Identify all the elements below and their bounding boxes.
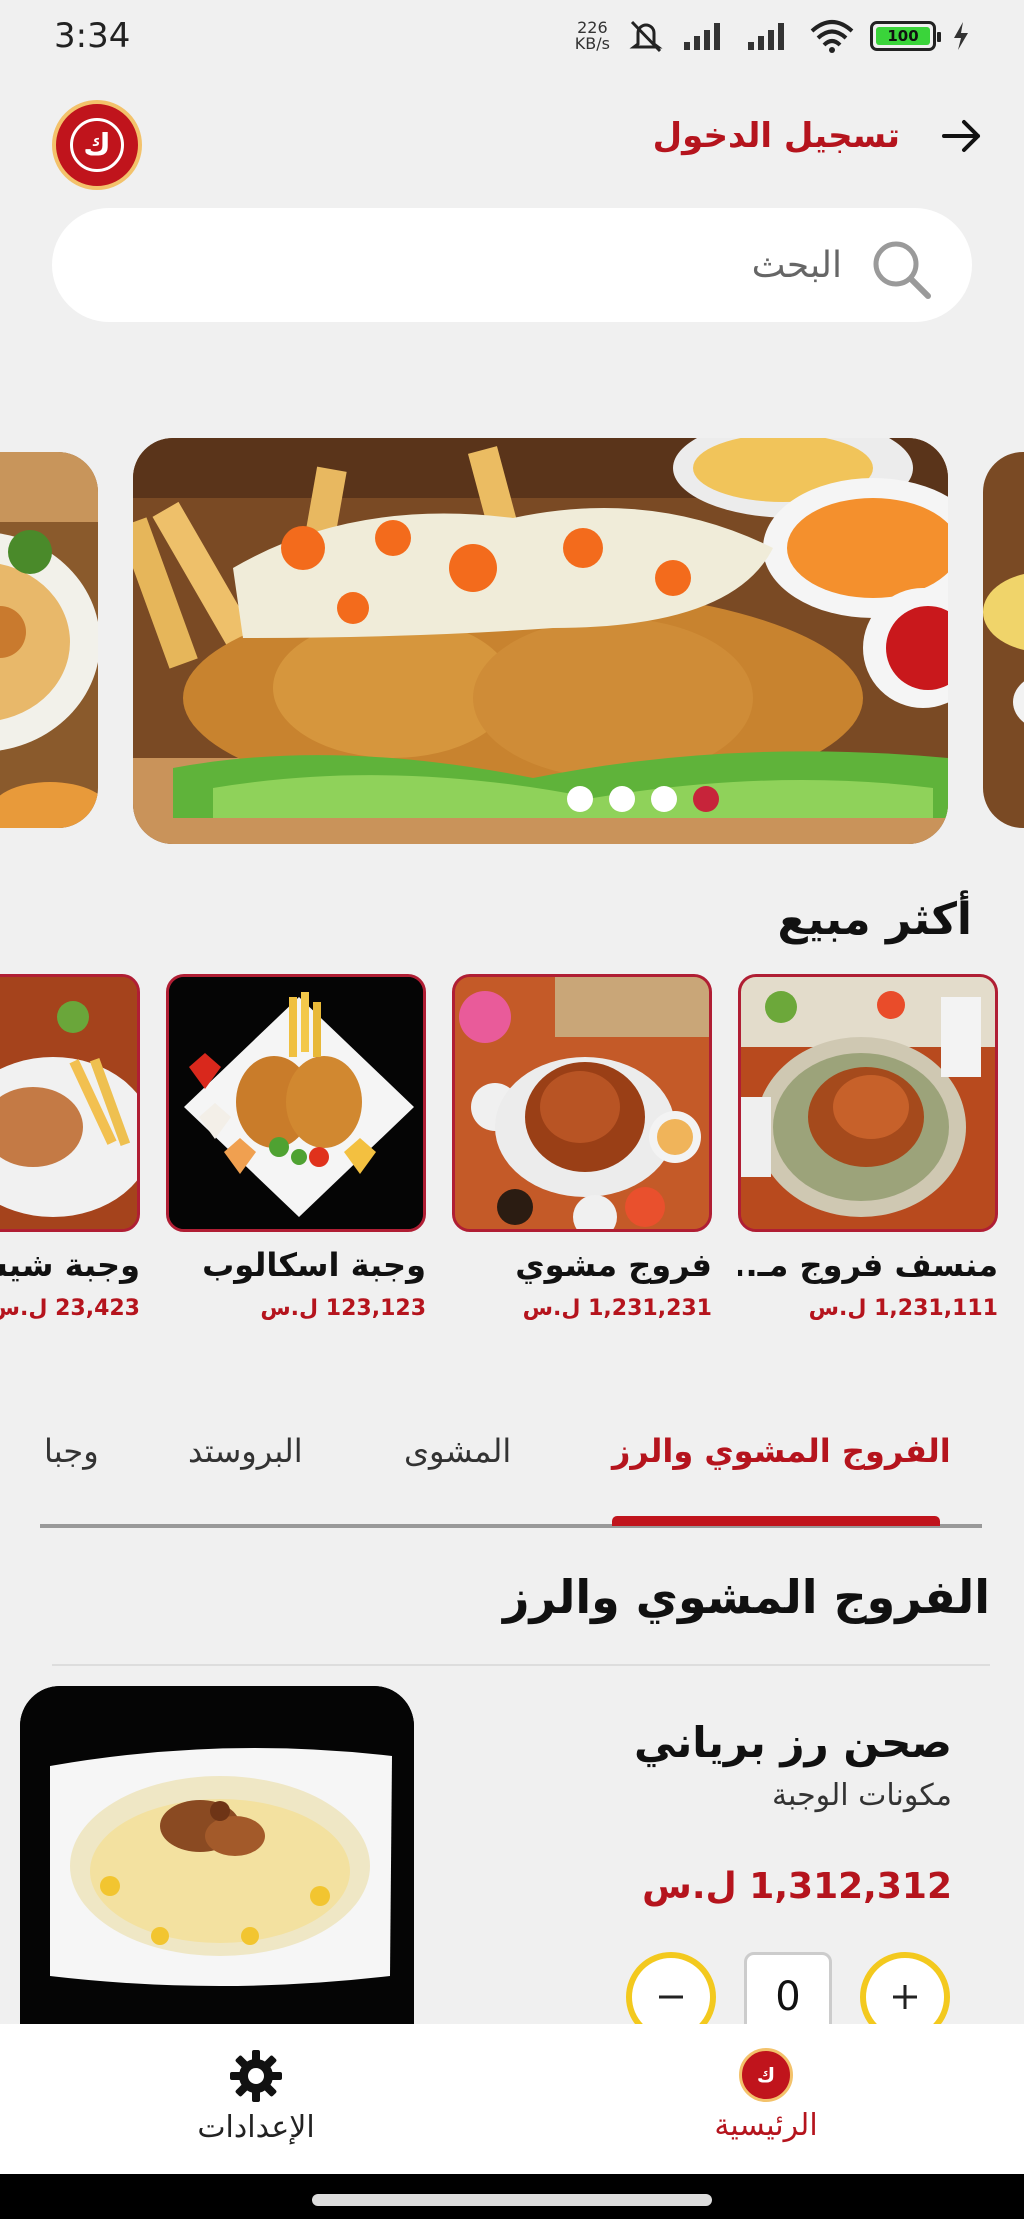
wifi-icon: [810, 20, 854, 53]
tab-grilled-chicken-rice[interactable]: الفروج المشوي والرز: [612, 1432, 951, 1470]
signal-icon-2: [748, 23, 784, 50]
login-link[interactable]: تسجيل الدخول: [653, 112, 986, 160]
tab-meals[interactable]: وجبا: [44, 1432, 99, 1470]
category-divider: [52, 1664, 990, 1666]
carousel-slide-next[interactable]: [983, 452, 1024, 828]
battery-icon: 100: [870, 21, 941, 51]
minus-icon: [659, 1995, 683, 1999]
search-icon[interactable]: [868, 236, 934, 302]
carousel-dot[interactable]: [567, 786, 593, 812]
product-image: [738, 974, 998, 1232]
product-price: 1,231,231 ل.س: [522, 1296, 712, 1321]
carousel-slide-prev[interactable]: [0, 452, 98, 828]
product-image: [452, 974, 712, 1232]
signal-icon: [684, 23, 720, 50]
carousel-dots: [567, 786, 719, 812]
charging-icon: [954, 22, 968, 50]
menu-item-description: مكونات الوجبة: [771, 1778, 952, 1813]
carousel-dot[interactable]: [609, 786, 635, 812]
network-speed-unit: KB/s: [574, 34, 610, 53]
product-price: 23,423 ل.س: [0, 1296, 140, 1321]
product-card[interactable]: وجبة اسكالوب 123,123 ل.س: [166, 974, 426, 1321]
menu-item-name: صحن رز برياني: [634, 1718, 952, 1767]
brand-logo: ك: [52, 100, 142, 190]
battery-level: 100: [876, 27, 930, 45]
nav-home[interactable]: ك الرئيسية: [636, 2048, 896, 2143]
plus-icon: [893, 1985, 917, 2009]
product-image: [166, 974, 426, 1232]
nav-settings-label: الإعدادات: [197, 2110, 315, 2145]
product-price: 1,231,111 ل.س: [808, 1296, 998, 1321]
product-price: 123,123 ل.س: [260, 1296, 426, 1321]
carousel-slide-current[interactable]: [133, 438, 948, 844]
best-sellers-list[interactable]: منسف فروج مـ... 1,231,111 ل.س فروج مشوي …: [0, 974, 1024, 1334]
arrow-right-icon: [942, 120, 980, 152]
menu-item-price: 1,312,312 ل.س: [642, 1866, 952, 1907]
home-icon: ك: [739, 2048, 793, 2102]
nav-home-label: الرئيسية: [714, 2108, 818, 2143]
product-name: وجبة شيش: [0, 1246, 140, 1284]
category-title: الفروج المشوي والرز: [503, 1570, 990, 1624]
search-input[interactable]: [142, 208, 842, 322]
menu-item-card[interactable]: صحن رز برياني مكونات الوجبة 1,312,312 ل.…: [20, 1686, 1004, 2042]
product-name: وجبة اسكالوب: [202, 1246, 426, 1284]
bottom-nav: ك الرئيسية الإعدادات: [0, 2024, 1024, 2174]
product-card[interactable]: وجبة شيش 23,423 ل.س: [0, 974, 140, 1321]
product-name: فروج مشوي: [515, 1246, 712, 1284]
product-name: منسف فروج مـ...: [738, 1246, 998, 1284]
login-label: تسجيل الدخول: [652, 116, 900, 156]
network-speed: 226 KB/s: [575, 20, 610, 52]
product-card[interactable]: فروج مشوي 1,231,231 ل.س: [452, 974, 712, 1321]
best-sellers-title: أكثر مبيع: [777, 894, 972, 945]
carousel-dot-active[interactable]: [693, 786, 719, 812]
home-indicator[interactable]: [312, 2194, 712, 2206]
mute-icon: [629, 20, 663, 53]
carousel-dot[interactable]: [651, 786, 677, 812]
status-icons: 226 KB/s 100: [575, 18, 970, 54]
search-bar[interactable]: [52, 208, 972, 322]
gear-icon: [230, 2050, 282, 2102]
product-image: [0, 974, 140, 1232]
nav-settings[interactable]: الإعدادات: [126, 2048, 386, 2145]
product-card[interactable]: منسف فروج مـ... 1,231,111 ل.س: [738, 974, 998, 1321]
category-tabs[interactable]: الفروج المشوي والرز المشوى البروستد وجبا: [0, 1420, 1024, 1530]
status-time: 3:34: [54, 16, 131, 56]
tab-broasted[interactable]: البروستد: [188, 1432, 303, 1470]
status-bar: 3:34 226 KB/s 100: [0, 0, 1024, 76]
promo-carousel[interactable]: [0, 436, 1024, 846]
brand-logo-letters: ك: [70, 118, 124, 172]
tab-grills[interactable]: المشوى: [404, 1432, 511, 1470]
tab-active-indicator: [612, 1516, 940, 1526]
menu-item-image: [20, 1686, 414, 2026]
